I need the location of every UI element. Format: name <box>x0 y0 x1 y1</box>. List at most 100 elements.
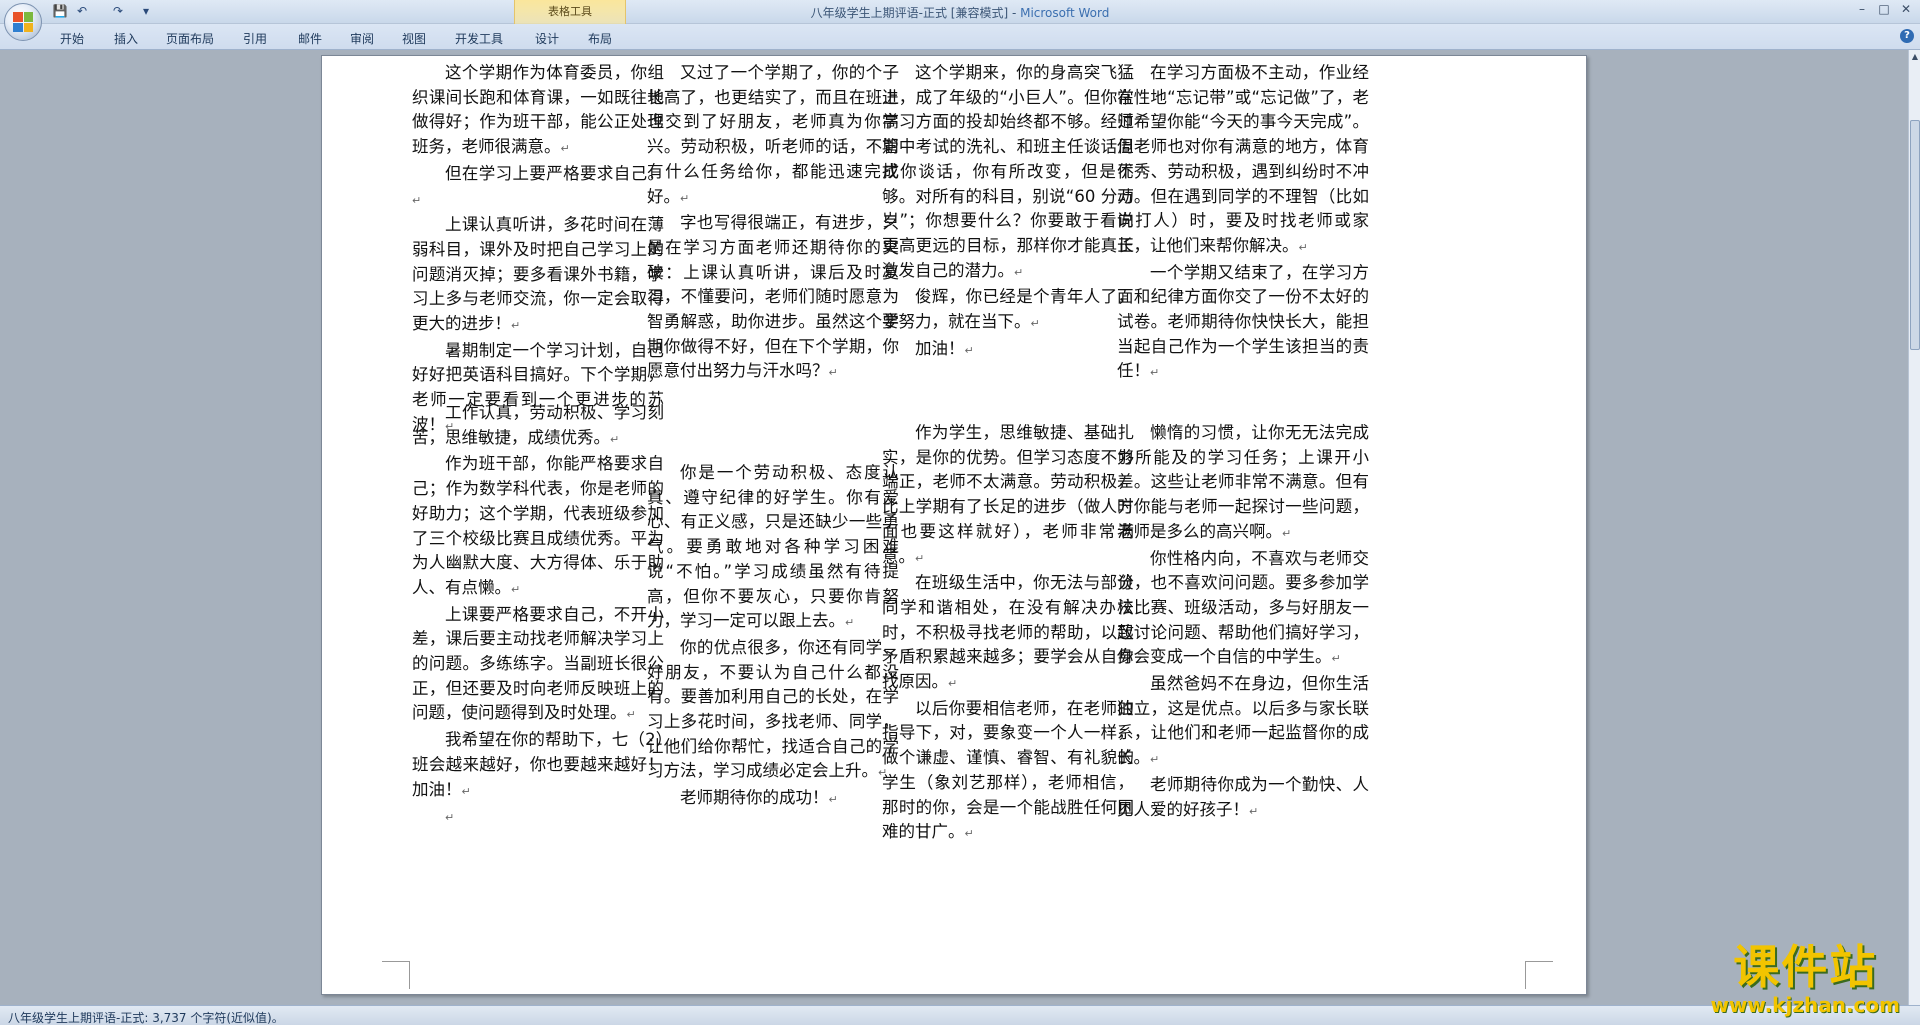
comment-paragraph: 字也写得很端正，有进步，只是在学习方面老师还期待你的突破：上课认真听讲，课后及时… <box>647 211 899 386</box>
comment-column: 工作认真，劳动积极、学习刻苦，思维敏捷，成绩优秀。↵ 作为班干部，你能严格要求自己… <box>412 401 664 831</box>
comment-paragraph: 但在学习上要严格要求自己。 ↵ <box>412 162 664 213</box>
comment-paragraph: 工作认真，劳动积极、学习刻苦，思维敏捷，成绩优秀。↵ <box>412 401 664 452</box>
paragraph-text: 在班级生活中，你无法与部分同学和谐相处，在没有解决办法时，不积极寻找老师的帮助，… <box>882 573 1134 692</box>
paragraph-mark-icon: ↵ <box>511 582 521 596</box>
paragraph-text: 我希望在你的帮助下，七（2）班会越来越好，你也要越来越好！加油！ <box>412 730 664 799</box>
paragraph-mark-icon: ↵ <box>511 319 521 333</box>
paragraph-mark-icon: ↵ <box>964 343 974 357</box>
comment-column: 这个学期作为体育委员，你组织课间长跑和体育课，一如既往地做得好；作为班干部，能公… <box>412 61 664 440</box>
office-logo-icon <box>13 12 33 32</box>
paragraph-text: 又过了一个学期了，你的个子长高了，也更结实了，而且在班上也交到了好朋友，老师真为… <box>647 63 899 206</box>
close-button[interactable]: ✕ <box>1896 2 1916 18</box>
vertical-scrollbar[interactable]: ▲ <box>1908 50 1920 1005</box>
comment-paragraph: 你的优点很多，你还有同学、好朋友，不要认为自己什么都没有。要善加利用自己的长处，… <box>647 636 899 786</box>
comment-paragraph: 以后你要相信老师，在老师的指导下，对，要象变一个人一样，做个谦虚、谨慎、睿智、有… <box>882 697 1134 847</box>
tab-design[interactable]: 设计 <box>535 30 559 47</box>
paragraph-mark-icon: ↵ <box>828 793 838 807</box>
paragraph-text: 但在学习上要严格要求自己。 <box>445 163 664 183</box>
paragraph-mark-icon: ↵ <box>915 551 925 565</box>
comment-paragraph: 这个学期来，你的身高突飞猛进，成了年级的“小巨人”。但你在学习方面的投却始终都不… <box>882 61 1134 285</box>
comment-paragraph: 在班级生活中，你无法与部分同学和谐相处，在没有解决办法时，不积极寻找老师的帮助，… <box>882 571 1134 697</box>
paragraph-mark-icon: ↵ <box>1030 317 1040 331</box>
tab-page-layout[interactable]: 页面布局 <box>166 30 214 47</box>
comment-paragraph: 老师期待你的成功！↵ <box>647 786 899 813</box>
paragraph-text: 以后你要相信老师，在老师的指导下，对，要象变一个人一样，做个谦虚、谨慎、睿智、有… <box>882 698 1134 842</box>
paragraph-text: 上课认真听讲，多花时间在薄弱科目，课外及时把自己学习上的问题消灭掉；要多看课外书… <box>412 215 664 334</box>
watermark-url: www.kjzhan.com <box>1710 993 1900 1017</box>
tab-review[interactable]: 审阅 <box>350 30 374 47</box>
help-icon[interactable]: ? <box>1900 29 1914 43</box>
paragraph-mark-icon: ↵ <box>1150 753 1160 767</box>
tab-developer[interactable]: 开发工具 <box>455 30 503 47</box>
watermark-logo: 课件站 www.kjzhan.com <box>1710 931 1900 1017</box>
paragraph-text: 加油！ <box>915 338 965 358</box>
paragraph-mark-icon: ↵ <box>1014 265 1024 279</box>
paragraph-mark-icon: ↵ <box>680 191 690 205</box>
comment-paragraph: 在学习方面极不主动，作业经常性地“忘记带”或“忘记做”了，老师希望你能“今天的事… <box>1117 61 1369 261</box>
maximize-button[interactable]: □ <box>1874 2 1894 18</box>
paragraph-text: 这个学期作为体育委员，你组织课间长跑和体育课，一如既往地做得好；作为班干部，能公… <box>412 63 664 157</box>
paragraph-text: 作为班干部，你能严格要求自己；作为数学科代表，你是老师的好助力；这个学期，代表班… <box>412 454 664 597</box>
watermark-title: 课件站 <box>1733 940 1878 994</box>
paragraph-text: 俊辉，你已经是个青年人了，要努力，就在当下。 <box>882 287 1134 332</box>
paragraph-text: 字也写得很端正，有进步，只是在学习方面老师还期待你的突破：上课认真听讲，课后及时… <box>647 213 899 381</box>
comment-paragraph: 又过了一个学期了，你的个子长高了，也更结实了，而且在班上也交到了好朋友，老师真为… <box>647 61 899 211</box>
crop-mark <box>382 961 410 989</box>
table-tools-label: 表格工具 <box>548 5 592 18</box>
comment-column: 又过了一个学期了，你的个子长高了，也更结实了，而且在班上也交到了好朋友，老师真为… <box>647 61 899 386</box>
comment-paragraph: 懒惰的习惯，让你无无法完成力所能及的学习任务；上课开小差。这些让老师非常不满意。… <box>1117 421 1369 547</box>
paragraph-mark-icon: ↵ <box>560 142 570 156</box>
comment-column: 这个学期来，你的身高突飞猛进，成了年级的“小巨人”。但你在学习方面的投却始终都不… <box>882 61 1134 363</box>
comment-paragraph: 你是一个劳动积极、态度认真、遵守纪律的好学生。你有爱心、有正义感，只是还缺少一些… <box>647 461 899 636</box>
paragraph-mark-icon: ↵ <box>1282 526 1292 540</box>
paragraph-mark-icon: ↵ <box>1331 652 1341 666</box>
paragraph-text: 工作认真，劳动积极、学习刻苦，思维敏捷，成绩优秀。 <box>412 403 664 447</box>
paragraph-text: 你性格内向，不喜欢与老师交谈，也不喜欢问问题。要多参加学校比赛、班级活动，多与好… <box>1117 548 1369 667</box>
comment-paragraph: 加油！↵ <box>882 337 1134 364</box>
comment-paragraph: 作为班干部，你能严格要求自己；作为数学科代表，你是老师的好助力；这个学期，代表班… <box>412 452 664 602</box>
scroll-up-icon[interactable]: ▲ <box>1910 52 1920 64</box>
comment-paragraph: 老师期待你成为一个勤快、人见人爱的好孩子！↵ <box>1117 773 1369 824</box>
ribbon-tabs: 开始 插入 页面布局 引用 邮件 审阅 视图 开发工具 设计 布局 ? <box>0 24 1920 50</box>
tab-references[interactable]: 引用 <box>243 30 267 47</box>
paragraph-mark-icon: ↵ <box>1249 804 1259 818</box>
comment-paragraph: 俊辉，你已经是个青年人了，要努力，就在当下。↵ <box>882 285 1134 336</box>
paragraph-text: 这个学期来，你的身高突飞猛进，成了年级的“小巨人”。但你在学习方面的投却始终都不… <box>882 63 1134 280</box>
comment-paragraph: 上课认真听讲，多花时间在薄弱科目，课外及时把自己学习上的问题消灭掉；要多看课外书… <box>412 213 664 339</box>
comment-paragraph: 你性格内向，不喜欢与老师交谈，也不喜欢问问题。要多参加学校比赛、班级活动，多与好… <box>1117 547 1369 673</box>
comment-paragraph: ↵ <box>412 804 664 831</box>
paragraph-mark-icon: ↵ <box>845 616 855 630</box>
paragraph-mark-icon: ↵ <box>948 677 958 691</box>
office-button[interactable] <box>4 3 42 41</box>
paragraph-mark-icon: ↵ <box>828 366 838 380</box>
paragraph-text: 你是一个劳动积极、态度认真、遵守纪律的好学生。你有爱心、有正义感，只是还缺少一些… <box>647 463 899 631</box>
status-word-count[interactable]: 八年级学生上期评语-正式: 3,737 个字符(近似值)。 <box>8 1009 284 1025</box>
window-title-app: Microsoft Word <box>1020 6 1110 20</box>
title-bar: 💾 ↶ ↷ ▾ 八年级学生上期评语-正式 [兼容模式] - Microsoft … <box>0 0 1920 24</box>
window-title: 八年级学生上期评语-正式 [兼容模式] - Microsoft Word <box>0 4 1920 21</box>
paragraph-mark-icon: ↵ <box>626 708 636 722</box>
tab-view[interactable]: 视图 <box>402 30 426 47</box>
scrollbar-thumb[interactable] <box>1910 120 1920 350</box>
paragraph-mark-icon: ↵ <box>1150 366 1160 380</box>
tab-layout[interactable]: 布局 <box>588 30 612 47</box>
tab-insert[interactable]: 插入 <box>114 30 138 47</box>
paragraph-text: 老师期待你的成功！ <box>680 788 829 808</box>
tab-home[interactable]: 开始 <box>60 30 84 47</box>
paragraph-text: 懒惰的习惯，让你无无法完成力所能及的学习任务；上课开小差。这些让老师非常不满意。… <box>1117 423 1369 541</box>
comment-column: 懒惰的习惯，让你无无法完成力所能及的学习任务；上课开小差。这些让老师非常不满意。… <box>1117 421 1369 824</box>
paragraph-text: 作为学生，思维敏捷、基础扎实，是你的优势。但学习态度不够端正，老师不太满意。劳动… <box>882 423 1134 566</box>
comment-paragraph: 上课要严格要求自己，不开小差，课后要主动找老师解决学习上的问题。多练练字。当副班… <box>412 603 664 729</box>
paragraph-mark-icon: ↵ <box>964 827 974 841</box>
paragraph-text: 老师期待你成为一个勤快、人见人爱的好孩子！ <box>1117 774 1369 819</box>
paragraph-mark-icon: ↵ <box>461 784 471 798</box>
document-page[interactable]: 这个学期作为体育委员，你组织课间长跑和体育课，一如既往地做得好；作为班干部，能公… <box>321 55 1587 995</box>
paragraph-mark-icon: ↵ <box>1298 240 1308 254</box>
comment-paragraph: 作为学生，思维敏捷、基础扎实，是你的优势。但学习态度不够端正，老师不太满意。劳动… <box>882 421 1134 571</box>
comment-paragraph: 这个学期作为体育委员，你组织课间长跑和体育课，一如既往地做得好；作为班干部，能公… <box>412 61 664 162</box>
tab-mailings[interactable]: 邮件 <box>298 30 322 47</box>
status-bar: 八年级学生上期评语-正式: 3,737 个字符(近似值)。 <box>0 1005 1920 1025</box>
minimize-button[interactable]: – <box>1852 2 1872 18</box>
paragraph-text: 在学习方面极不主动，作业经常性地“忘记带”或“忘记做”了，老师希望你能“今天的事… <box>1117 63 1369 255</box>
comment-paragraph: 一个学期又结束了，在学习方面和纪律方面你交了一份不太好的试卷。老师期待你快快长大… <box>1117 261 1369 387</box>
